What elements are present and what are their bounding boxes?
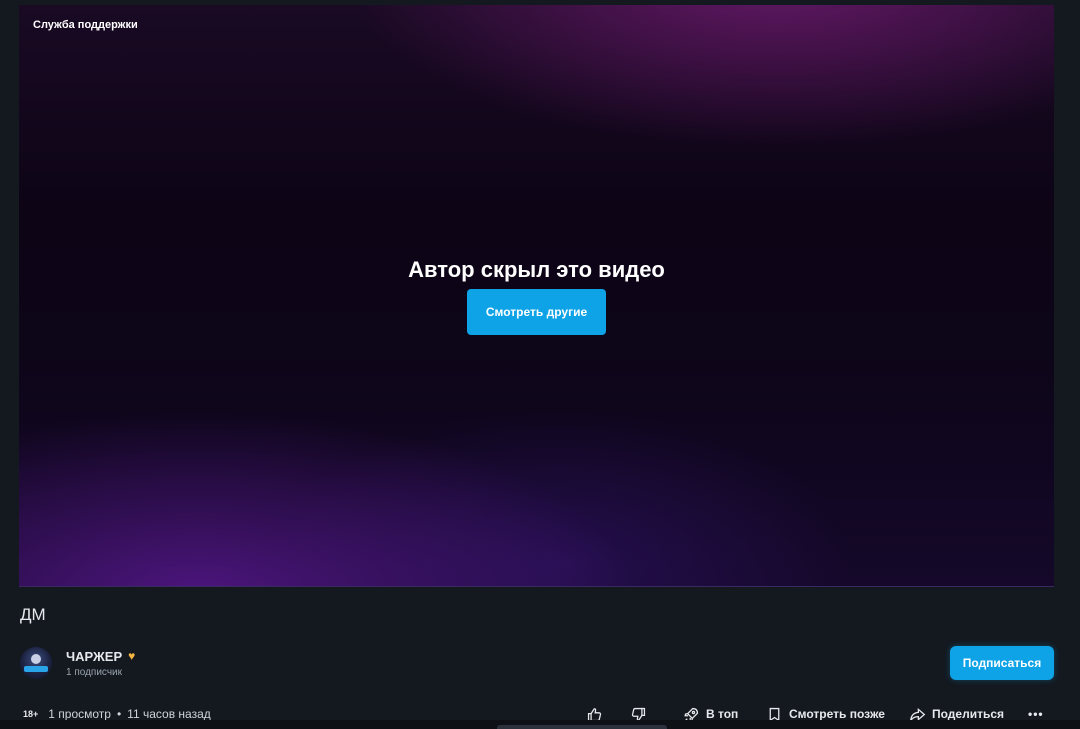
watch-later-label: Смотреть позже [789, 707, 885, 721]
hidden-video-message: Автор скрыл это видео [408, 257, 665, 282]
avatar-figure [31, 654, 41, 664]
subscriber-count: 1 подписчик [66, 666, 122, 678]
support-link[interactable]: Служба поддержки [33, 19, 138, 31]
channel-meta: ЧАРЖЕР ♥ 1 подписчик [66, 649, 135, 678]
avatar-band [24, 666, 48, 672]
share-label: Поделиться [932, 707, 1005, 721]
channel-name-row: ЧАРЖЕР ♥ [66, 649, 135, 664]
video-player[interactable]: Служба поддержки Автор скрыл это видео С… [19, 5, 1054, 587]
top-label: В топ [706, 707, 739, 721]
channel-name[interactable]: ЧАРЖЕР [66, 649, 122, 664]
video-title: ДМ [20, 605, 46, 624]
subscribe-button[interactable]: Подписаться [950, 646, 1054, 680]
bottom-tab-handle [497, 725, 667, 729]
channel-info: ЧАРЖЕР ♥ 1 подписчик [20, 646, 135, 680]
video-page: Служба поддержки Автор скрыл это видео С… [0, 0, 1080, 729]
heart-icon: ♥ [128, 649, 136, 663]
watch-others-button[interactable]: Смотреть другие [467, 289, 606, 335]
channel-avatar[interactable] [20, 647, 52, 679]
